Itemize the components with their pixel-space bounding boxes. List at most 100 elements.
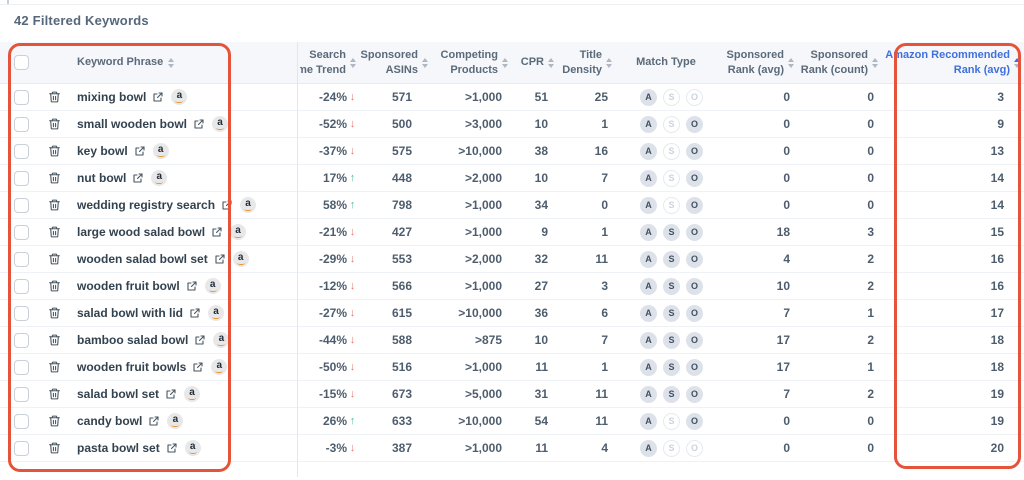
row-checkbox[interactable]	[14, 144, 29, 159]
trash-icon[interactable]	[48, 171, 61, 185]
external-link-icon[interactable]	[214, 253, 226, 265]
sort-arrows-icon[interactable]	[605, 58, 612, 68]
external-link-icon[interactable]	[189, 307, 201, 319]
keyword-phrase-link[interactable]: mixing bowl	[77, 90, 146, 104]
keyword-phrase-link[interactable]: nut bowl	[77, 171, 126, 185]
amazon-a-badge[interactable]: a	[171, 89, 187, 105]
select-all-checkbox[interactable]	[14, 55, 29, 70]
external-link-icon[interactable]	[165, 388, 177, 400]
keyword-phrase-link[interactable]: bamboo salad bowl	[77, 333, 188, 347]
keyword-phrase-link[interactable]: wedding registry search	[77, 198, 215, 212]
keyword-phrase-link[interactable]: wooden fruit bowl	[77, 279, 180, 293]
amazon-a-badge[interactable]: a	[208, 305, 224, 321]
keyword-phrase-link[interactable]: salad bowl set	[77, 387, 159, 401]
external-link-icon[interactable]	[134, 145, 146, 157]
amazon-a-badge[interactable]: a	[151, 170, 167, 186]
col-header-cpr[interactable]: CPR	[512, 42, 558, 83]
sort-arrows-icon[interactable]	[871, 58, 878, 68]
row-checkbox[interactable]	[14, 306, 29, 321]
match-badge-sponsored: S	[663, 278, 680, 295]
col-header-sponsored-rank-count[interactable]: Sponsored Rank (count)	[798, 42, 882, 83]
external-link-icon[interactable]	[192, 361, 204, 373]
row-checkbox[interactable]	[14, 225, 29, 240]
sort-arrows-icon[interactable]	[501, 58, 508, 68]
amazon-a-badge[interactable]: a	[185, 440, 201, 456]
match-badge-organic: O	[686, 143, 703, 160]
external-link-icon[interactable]	[132, 172, 144, 184]
external-link-icon[interactable]	[186, 280, 198, 292]
external-link-icon[interactable]	[194, 334, 206, 346]
keyword-phrase-link[interactable]: candy bowl	[77, 414, 142, 428]
trash-icon[interactable]	[48, 225, 61, 239]
trash-icon[interactable]	[48, 252, 61, 266]
trash-icon[interactable]	[48, 333, 61, 347]
amazon-a-badge[interactable]: a	[213, 332, 229, 348]
amazon-a-badge[interactable]: a	[167, 413, 183, 429]
amazon-a-badge[interactable]: a	[240, 197, 256, 213]
row-checkbox[interactable]	[14, 441, 29, 456]
trash-icon[interactable]	[48, 414, 61, 428]
col-header-keyword-phrase[interactable]: Keyword Phrase	[77, 42, 174, 83]
keyword-phrase-link[interactable]: wooden salad bowl set	[77, 252, 208, 266]
trend-arrow-icon: ↓	[347, 226, 358, 238]
trash-icon[interactable]	[48, 279, 61, 293]
trash-icon[interactable]	[48, 387, 61, 401]
row-checkbox[interactable]	[14, 279, 29, 294]
amazon-a-badge[interactable]: a	[184, 386, 200, 402]
amazon-a-badge[interactable]: a	[211, 359, 227, 375]
sort-arrows-icon[interactable]	[349, 58, 356, 68]
keyword-phrase-link[interactable]: key bowl	[77, 144, 128, 158]
amazon-a-badge[interactable]: a	[230, 224, 246, 240]
cell-title-density: 16	[558, 144, 616, 158]
cell-sponsored-asins: 500	[360, 117, 432, 131]
cell-title-density: 4	[558, 441, 616, 455]
cell-match-type: A S O	[616, 386, 716, 403]
sort-arrows-icon[interactable]	[787, 58, 794, 68]
col-header-sponsored-asins[interactable]: Sponsored ASINs	[360, 42, 432, 83]
external-link-icon[interactable]	[166, 442, 178, 454]
amazon-a-badge[interactable]: a	[153, 143, 169, 159]
col-header-amazon-recommended-rank[interactable]: Amazon Recommended Rank (avg)	[882, 42, 1024, 83]
cell-competing-products: >10,000	[432, 306, 512, 320]
trash-icon[interactable]	[48, 441, 61, 455]
page-title: 42 Filtered Keywords	[14, 13, 149, 28]
row-checkbox[interactable]	[14, 117, 29, 132]
row-checkbox[interactable]	[14, 333, 29, 348]
cell-title-density: 11	[558, 414, 616, 428]
amazon-a-badge[interactable]: a	[233, 251, 249, 267]
amazon-a-badge[interactable]: a	[205, 278, 221, 294]
col-header-sponsored-rank-avg[interactable]: Sponsored Rank (avg)	[716, 42, 798, 83]
keyword-phrase-link[interactable]: small wooden bowl	[77, 117, 187, 131]
sort-arrows-icon[interactable]	[547, 58, 554, 68]
row-checkbox[interactable]	[14, 387, 29, 402]
amazon-a-badge[interactable]: a	[212, 116, 228, 132]
keyword-phrase-link[interactable]: pasta bowl set	[77, 441, 160, 455]
trash-icon[interactable]	[48, 90, 61, 104]
trash-icon[interactable]	[48, 306, 61, 320]
row-checkbox[interactable]	[14, 414, 29, 429]
trash-icon[interactable]	[48, 117, 61, 131]
sort-arrows-icon[interactable]	[1013, 58, 1020, 68]
row-checkbox[interactable]	[14, 360, 29, 375]
external-link-icon[interactable]	[221, 199, 233, 211]
row-checkbox[interactable]	[14, 252, 29, 267]
external-link-icon[interactable]	[152, 91, 164, 103]
row-checkbox[interactable]	[14, 90, 29, 105]
row-scroll-pane: -37%↓ 575 >10,000 38 16 A S O 0 0 13	[297, 138, 1024, 164]
external-link-icon[interactable]	[193, 118, 205, 130]
trash-icon[interactable]	[48, 198, 61, 212]
external-link-icon[interactable]	[148, 415, 160, 427]
row-checkbox[interactable]	[14, 198, 29, 213]
external-link-icon[interactable]	[211, 226, 223, 238]
col-header-search-volume-trend[interactable]: Search Volume Trend	[297, 42, 360, 83]
sort-arrows-icon[interactable]	[421, 58, 428, 68]
col-header-competing-products[interactable]: Competing Products	[432, 42, 512, 83]
trash-icon[interactable]	[48, 360, 61, 374]
sort-arrows-icon[interactable]	[167, 58, 174, 68]
row-checkbox[interactable]	[14, 171, 29, 186]
trash-icon[interactable]	[48, 144, 61, 158]
keyword-phrase-link[interactable]: large wood salad bowl	[77, 225, 205, 239]
col-header-title-density[interactable]: Title Density	[558, 42, 616, 83]
keyword-phrase-link[interactable]: wooden fruit bowls	[77, 360, 186, 374]
keyword-phrase-link[interactable]: salad bowl with lid	[77, 306, 183, 320]
